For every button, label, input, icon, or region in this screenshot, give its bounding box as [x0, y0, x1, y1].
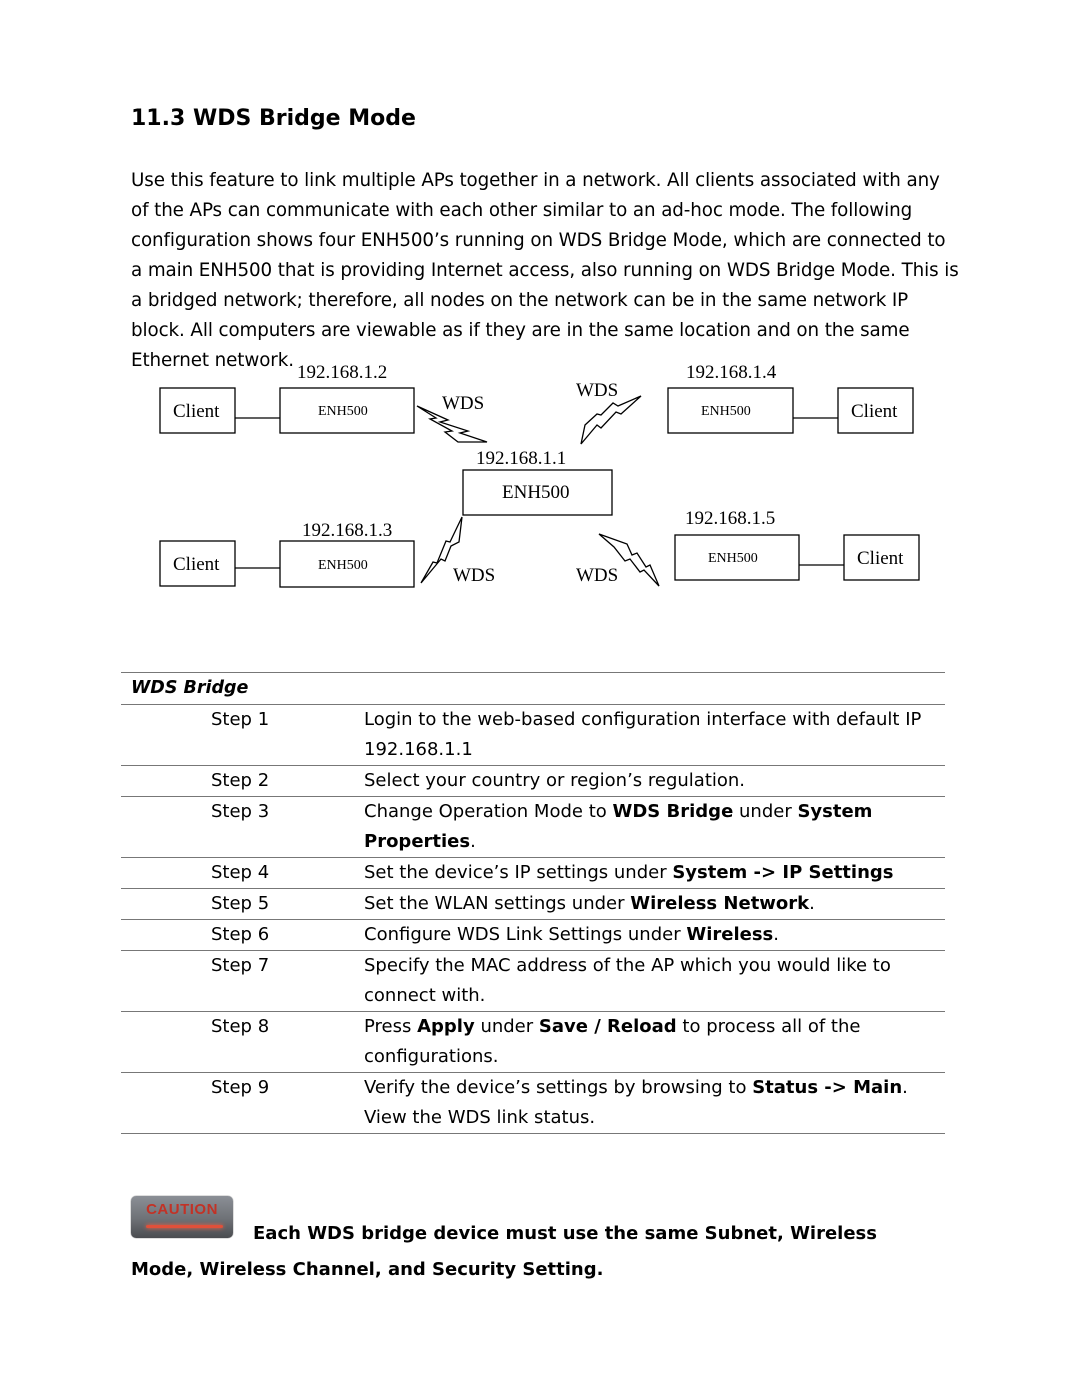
step-label: Step 7: [211, 955, 270, 976]
table-row: Step 8 Press Apply under Save / Reload to…: [121, 1012, 945, 1073]
table-header: WDS Bridge: [121, 672, 945, 705]
main-ip-label: 192.168.1.1: [476, 448, 566, 469]
wds-label: WDS: [576, 565, 618, 586]
step-text: under: [733, 801, 798, 822]
step-text: Specify the MAC address of the AP which …: [364, 955, 891, 1006]
ui-path-text: System -> IP Settings: [672, 862, 894, 883]
ap-label: ENH500: [318, 558, 368, 573]
step-label: Step 5: [211, 893, 270, 914]
network-diagram: 192.168.1.2 Client ENH500 WDS WDS 192.16…: [159, 362, 920, 588]
step-label: Step 6: [211, 924, 270, 945]
step-text: Set the device’s IP settings under: [364, 862, 673, 883]
step-text: Configure WDS Link Settings under: [364, 924, 687, 945]
step-description: Login to the web-based configuration int…: [364, 705, 945, 765]
step-description: Set the device’s IP settings under Syste…: [364, 858, 945, 888]
wireless-link-icon: [580, 395, 642, 445]
caution-text: Each WDS bridge device must use the same…: [131, 1223, 877, 1280]
ui-path-text: Wireless Network: [630, 893, 810, 914]
wds-label: WDS: [576, 380, 618, 401]
step-description: Select your country or region’s regulati…: [364, 766, 945, 796]
step-description: Specify the MAC address of the AP which …: [364, 951, 945, 1011]
step-text: Set the WLAN settings under: [364, 893, 631, 914]
step-description: Configure WDS Link Settings under Wirele…: [364, 920, 945, 950]
step-label: Step 2: [211, 770, 270, 791]
wds-label: WDS: [442, 393, 484, 414]
step-label: Step 3: [211, 801, 270, 822]
ap-label: ENH500: [708, 551, 758, 566]
step-text: Verify the device’s settings by browsing…: [364, 1077, 753, 1098]
table-row: Step 1 Login to the web-based configurati…: [121, 705, 945, 766]
step-text: under: [474, 1016, 539, 1037]
step-description: Change Operation Mode to WDS Bridge unde…: [364, 797, 945, 857]
ui-path-text: Wireless: [686, 924, 774, 945]
intro-paragraph: Use this feature to link multiple APs to…: [131, 170, 959, 371]
table-row: Step 2 Select your country or region’s re…: [121, 766, 945, 797]
table-row: Step 6 Configure WDS Link Settings under …: [121, 920, 945, 951]
step-text: Login to the web-based configuration int…: [364, 709, 922, 760]
ui-path-text: Apply: [417, 1016, 475, 1037]
client-label: Client: [857, 548, 904, 569]
ap-label: ENH500: [318, 404, 368, 419]
table-row: Step 4 Set the device’s IP settings under…: [121, 858, 945, 889]
step-text: .: [773, 924, 779, 945]
ip-label: 192.168.1.5: [685, 508, 775, 529]
step-text: Select your country or region’s regulati…: [364, 770, 746, 791]
step-text: Change Operation Mode to: [364, 801, 613, 822]
ap-label: ENH500: [701, 404, 751, 419]
ip-label: 192.168.1.3: [302, 520, 392, 541]
step-text: Press: [364, 1016, 418, 1037]
table-row: Step 7 Specify the MAC address of the AP …: [121, 951, 945, 1012]
client-label: Client: [173, 554, 220, 575]
ui-path-text: Status -> Main: [752, 1077, 903, 1098]
step-text: .: [470, 831, 476, 852]
step-label: Step 9: [211, 1077, 270, 1098]
step-text: .: [809, 893, 815, 914]
ip-label: 192.168.1.2: [297, 362, 387, 383]
step-label: Step 4: [211, 862, 270, 883]
table-row: Step 3 Change Operation Mode to WDS Bridg…: [121, 797, 945, 858]
table-title: WDS Bridge: [131, 678, 249, 698]
step-description: Verify the device’s settings by browsing…: [364, 1073, 945, 1133]
section-heading: 11.3 WDS Bridge Mode: [131, 106, 416, 131]
step-description: Set the WLAN settings under Wireless Net…: [364, 889, 945, 919]
steps-table: WDS Bridge Step 1 Login to the web-based …: [121, 672, 945, 1134]
main-ap-label: ENH500: [502, 482, 570, 503]
wds-label: WDS: [453, 565, 495, 586]
step-label: Step 8: [211, 1016, 270, 1037]
table-row: Step 9 Verify the device’s settings by br…: [121, 1073, 945, 1134]
step-label: Step 1: [211, 709, 270, 730]
client-label: Client: [173, 401, 220, 422]
client-label: Client: [851, 401, 898, 422]
ui-path-text: Save / Reload: [538, 1016, 677, 1037]
ip-label: 192.168.1.4: [686, 362, 777, 383]
step-description: Press Apply under Save / Reload to proce…: [364, 1012, 945, 1072]
table-row: Step 5 Set the WLAN settings under Wirele…: [121, 889, 945, 920]
ui-path-text: WDS Bridge: [612, 801, 734, 822]
